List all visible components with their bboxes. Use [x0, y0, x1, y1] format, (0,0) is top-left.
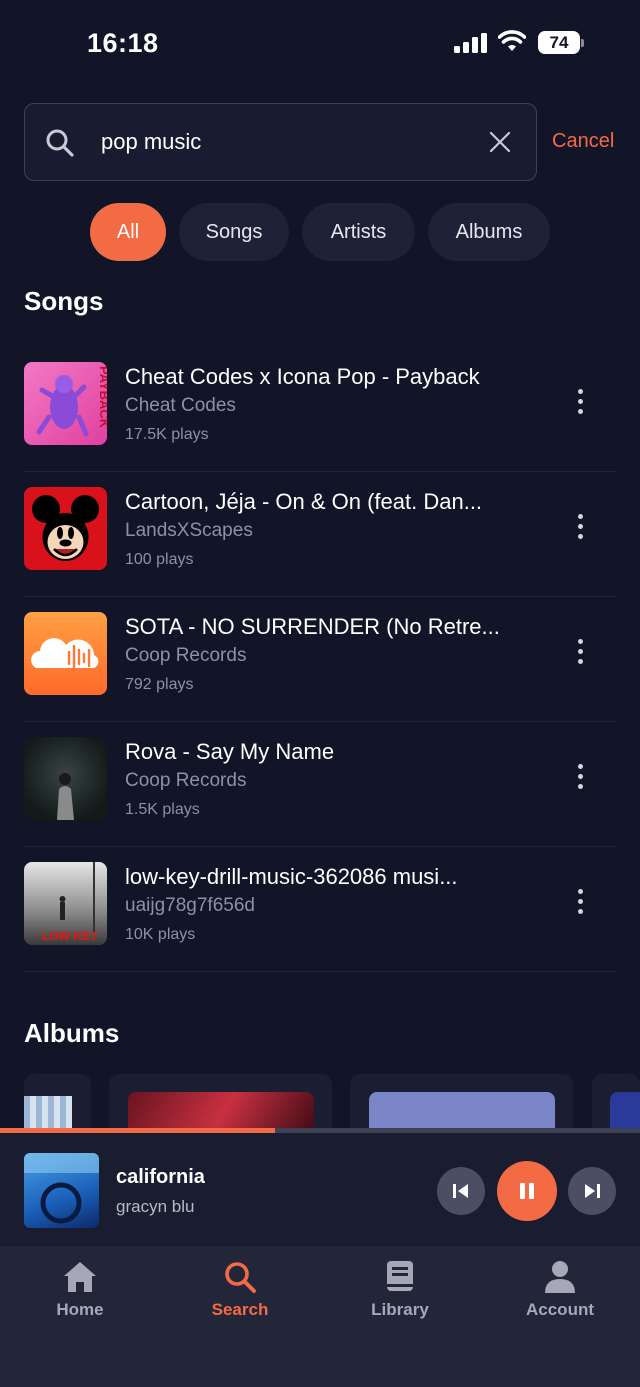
song-artwork: LOW KEY — [24, 862, 107, 945]
tab-label: Search — [211, 1300, 269, 1319]
song-row[interactable]: Cartoon, Jéja - On & On (feat. Dan... La… — [24, 472, 616, 597]
search-input[interactable] — [101, 104, 481, 179]
tab-search[interactable]: Search — [160, 1258, 320, 1348]
artwork-lettering: PAYBACK — [97, 366, 107, 429]
clear-icon[interactable] — [489, 131, 511, 153]
song-row[interactable]: Rova - Say My Name Coop Records 1.5K pla… — [24, 722, 616, 847]
battery-tip — [581, 39, 584, 47]
home-icon — [64, 1262, 96, 1292]
status-time: 16:18 — [87, 28, 159, 58]
library-icon — [387, 1261, 413, 1291]
more-options-icon[interactable] — [572, 514, 588, 542]
album-card[interactable] — [350, 1074, 573, 1134]
song-title: Cartoon, Jéja - On & On (feat. Dan... — [125, 489, 483, 514]
song-plays: 10K plays — [125, 926, 196, 943]
search-icon — [225, 1262, 256, 1293]
next-button[interactable] — [568, 1167, 616, 1215]
previous-button[interactable] — [437, 1167, 485, 1215]
battery-level: 74 — [538, 31, 580, 54]
pause-button[interactable] — [497, 1161, 557, 1221]
tab-library[interactable]: Library — [320, 1258, 480, 1348]
song-title: SOTA - NO SURRENDER (No Retre... — [125, 614, 500, 639]
artwork-lettering: LOW KEY — [42, 929, 98, 943]
songs-section-title: Songs — [24, 286, 104, 316]
more-options-icon[interactable] — [572, 639, 588, 667]
song-artwork — [24, 487, 107, 570]
pause-icon — [520, 1183, 534, 1199]
tab-label: Account — [526, 1300, 594, 1319]
mini-player[interactable]: california gracyn blu — [0, 1133, 640, 1246]
now-playing-artist: gracyn blu — [116, 1197, 195, 1216]
album-card[interactable] — [109, 1074, 332, 1134]
tab-home[interactable]: Home — [0, 1258, 160, 1348]
album-card[interactable] — [592, 1074, 640, 1134]
tab-account[interactable]: Account — [480, 1258, 640, 1348]
cancel-button[interactable]: Cancel — [552, 130, 614, 153]
search-icon — [46, 129, 74, 157]
battery-indicator: 74 — [538, 31, 584, 54]
status-bar: 16:18 74 — [0, 0, 640, 88]
song-row[interactable]: SOTA - NO SURRENDER (No Retre... Coop Re… — [24, 597, 616, 722]
skip-next-icon — [585, 1184, 600, 1198]
song-artist: LandsXScapes — [125, 520, 253, 541]
song-artwork — [24, 612, 107, 695]
tab-label: Library — [371, 1300, 429, 1319]
song-artist: Coop Records — [125, 770, 247, 791]
song-title: low-key-drill-music-362086 musi... — [125, 864, 458, 889]
soundcloud-icon — [31, 638, 99, 670]
skip-previous-icon — [453, 1184, 468, 1198]
more-options-icon[interactable] — [572, 764, 588, 792]
signal-icon — [454, 33, 487, 53]
song-artist: Coop Records — [125, 645, 247, 666]
filter-chip-artists[interactable]: Artists — [302, 203, 415, 261]
album-card[interactable] — [24, 1074, 91, 1134]
song-artwork: PAYBACK — [24, 362, 107, 445]
more-options-icon[interactable] — [572, 389, 588, 417]
filter-chip-all[interactable]: All — [90, 203, 166, 261]
song-row[interactable]: LOW KEY low-key-drill-music-362086 musi.… — [24, 847, 616, 972]
song-title: Rova - Say My Name — [125, 739, 335, 764]
song-plays: 100 plays — [125, 551, 194, 568]
now-playing-title: california — [116, 1166, 205, 1188]
now-playing-artwork — [24, 1153, 99, 1228]
song-row[interactable]: PAYBACK Cheat Codes x Icona Pop - Paybac… — [24, 347, 616, 472]
song-artwork — [24, 737, 107, 820]
song-plays: 17.5K plays — [125, 426, 209, 443]
song-artist: Cheat Codes — [125, 395, 236, 416]
filter-chip-albums[interactable]: Albums — [428, 203, 550, 261]
tab-bar: Home Search Library Account — [0, 1246, 640, 1387]
song-artist: uaijg78g7f656d — [125, 895, 255, 916]
song-plays: 1.5K plays — [125, 801, 200, 818]
search-box[interactable] — [24, 103, 537, 181]
song-title: Cheat Codes x Icona Pop - Payback — [125, 364, 480, 389]
filter-chip-songs[interactable]: Songs — [179, 203, 289, 261]
albums-section-title: Albums — [24, 1018, 120, 1048]
tab-label: Home — [56, 1300, 104, 1319]
account-icon — [545, 1261, 575, 1293]
more-options-icon[interactable] — [572, 889, 588, 917]
song-plays: 792 plays — [125, 676, 194, 693]
wifi-icon — [498, 30, 526, 51]
